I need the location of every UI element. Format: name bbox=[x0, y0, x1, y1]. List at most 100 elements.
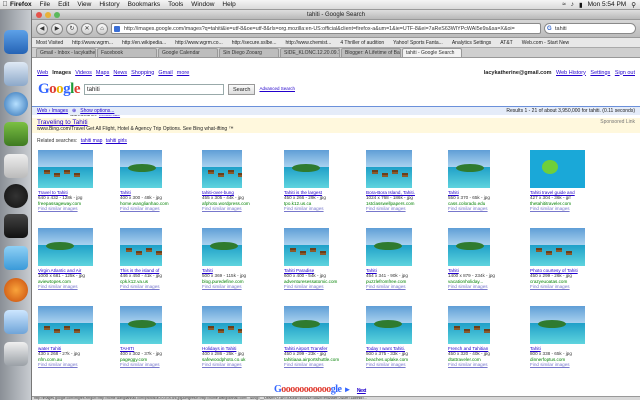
tab-zoo[interactable]: Sin Diego Zooarg bbox=[219, 48, 279, 57]
nav-gmail[interactable]: Gmail bbox=[158, 70, 172, 76]
search-button[interactable]: Search bbox=[228, 84, 256, 95]
tab-gmail[interactable]: Gmail - Inbox - lacykathe bbox=[36, 48, 96, 57]
advanced-search-link[interactable]: Advanced Search bbox=[259, 86, 295, 91]
image-thumbnail[interactable] bbox=[530, 306, 585, 344]
menu-view[interactable]: View bbox=[77, 1, 91, 8]
bookmark-item[interactable]: 4 Thriller of audition bbox=[340, 40, 384, 46]
close-button[interactable] bbox=[36, 12, 42, 18]
menu-history[interactable]: History bbox=[99, 1, 119, 8]
find-similar-link[interactable]: Find similar images bbox=[202, 284, 282, 289]
sign-out-link[interactable]: Sign out bbox=[615, 70, 635, 76]
find-similar-link[interactable]: Find similar images bbox=[120, 284, 200, 289]
find-similar-link[interactable]: Find similar images bbox=[530, 206, 610, 211]
find-similar-link[interactable]: Find similar images bbox=[284, 362, 364, 367]
app-icon[interactable] bbox=[4, 310, 28, 334]
menu-app-firefox[interactable]: Firefox bbox=[10, 1, 32, 8]
bookmark-item[interactable]: Yahoo! Sports Fanta... bbox=[393, 40, 443, 46]
menu-window[interactable]: Window bbox=[191, 1, 214, 8]
nav-shopping[interactable]: Shopping bbox=[131, 70, 154, 76]
image-thumbnail[interactable] bbox=[530, 150, 585, 188]
time-machine-icon[interactable] bbox=[4, 184, 28, 208]
find-similar-link[interactable]: Find similar images bbox=[202, 362, 282, 367]
address-bar[interactable]: http://images.google.com/images?q=tahiti… bbox=[111, 23, 541, 34]
find-similar-link[interactable]: Find similar images bbox=[284, 206, 364, 211]
find-similar-link[interactable]: Find similar images bbox=[38, 362, 118, 367]
image-thumbnail[interactable] bbox=[38, 306, 93, 344]
image-thumbnail[interactable] bbox=[202, 228, 242, 266]
image-thumbnail[interactable] bbox=[366, 228, 412, 266]
firefox-icon[interactable] bbox=[4, 278, 28, 302]
home-button[interactable]: ⌂ bbox=[96, 22, 108, 35]
image-thumbnail[interactable] bbox=[284, 228, 329, 266]
image-thumbnail[interactable] bbox=[530, 228, 585, 266]
image-thumbnail[interactable] bbox=[448, 228, 490, 266]
next-page-link[interactable]: Next bbox=[357, 388, 366, 394]
image-thumbnail[interactable] bbox=[38, 150, 93, 188]
reload-button[interactable]: ↻ bbox=[66, 22, 78, 35]
forward-button[interactable]: ▶ bbox=[51, 22, 63, 35]
battery-icon[interactable]: ▮ bbox=[579, 1, 583, 9]
image-thumbnail[interactable] bbox=[120, 306, 162, 344]
menu-bookmarks[interactable]: Bookmarks bbox=[128, 1, 161, 8]
settings-link[interactable]: Settings bbox=[590, 70, 610, 76]
back-button[interactable]: ◀ bbox=[36, 22, 48, 35]
bookmark-item[interactable]: Analytics Settings bbox=[452, 40, 491, 46]
nav-maps[interactable]: Maps bbox=[96, 70, 109, 76]
image-thumbnail[interactable] bbox=[120, 150, 162, 188]
find-similar-link[interactable]: Find similar images bbox=[530, 284, 610, 289]
ad-title[interactable]: Traveling to Tahiti bbox=[37, 119, 88, 126]
find-similar-link[interactable]: Find similar images bbox=[120, 362, 200, 367]
terminal-icon[interactable] bbox=[4, 214, 28, 238]
notes-icon[interactable] bbox=[4, 122, 28, 146]
nav-web[interactable]: Web bbox=[37, 70, 48, 76]
tab-google-calendar[interactable]: Google Calendar bbox=[158, 48, 218, 57]
menu-help[interactable]: Help bbox=[222, 1, 235, 8]
bookmark-item[interactable]: http://www.wgrm... bbox=[72, 40, 113, 46]
tweetie-icon[interactable] bbox=[4, 246, 28, 270]
find-similar-link[interactable]: Find similar images bbox=[448, 284, 528, 289]
stop-button[interactable]: ✕ bbox=[81, 22, 93, 35]
menu-tools[interactable]: Tools bbox=[168, 1, 183, 8]
bookmark-item[interactable]: http://www.chemist... bbox=[285, 40, 331, 46]
bookmark-item[interactable]: http://en.wikipedia... bbox=[122, 40, 166, 46]
bookmark-item[interactable]: http://www.wgrm.co... bbox=[175, 40, 223, 46]
find-similar-link[interactable]: Find similar images bbox=[448, 362, 528, 367]
find-similar-link[interactable]: Find similar images bbox=[530, 362, 610, 367]
related-link[interactable]: tahiti girls bbox=[106, 138, 127, 144]
mail-icon[interactable] bbox=[4, 62, 28, 86]
pager-next-icon[interactable]: ► bbox=[344, 385, 352, 394]
find-similar-link[interactable]: Find similar images bbox=[366, 284, 446, 289]
image-thumbnail[interactable] bbox=[448, 150, 490, 188]
find-similar-link[interactable]: Find similar images bbox=[38, 206, 118, 211]
nav-more[interactable]: more bbox=[177, 70, 190, 76]
itunes-icon[interactable] bbox=[4, 92, 28, 116]
show-options-link[interactable]: Show options... bbox=[80, 108, 114, 114]
web-history-link[interactable]: Web History bbox=[556, 70, 586, 76]
tab-facebook[interactable]: Facebook bbox=[97, 48, 157, 57]
find-similar-link[interactable]: Find similar images bbox=[284, 284, 364, 289]
flickr-icon[interactable] bbox=[4, 154, 28, 178]
finder-icon[interactable] bbox=[4, 30, 28, 54]
image-thumbnail[interactable] bbox=[38, 228, 93, 266]
find-similar-link[interactable]: Find similar images bbox=[366, 362, 446, 367]
find-similar-link[interactable]: Find similar images bbox=[38, 284, 118, 289]
image-thumbnail[interactable] bbox=[366, 150, 412, 188]
image-thumbnail[interactable] bbox=[366, 306, 412, 344]
minimize-button[interactable] bbox=[45, 12, 51, 18]
find-similar-link[interactable]: Find similar images bbox=[366, 206, 446, 211]
image-thumbnail[interactable] bbox=[448, 306, 490, 344]
trash-icon[interactable] bbox=[4, 342, 28, 366]
spotlight-icon[interactable]: ⚲ bbox=[631, 1, 636, 9]
bookmark-item[interactable]: Most Visited bbox=[36, 40, 63, 46]
find-similar-link[interactable]: Find similar images bbox=[202, 206, 282, 211]
nav-news[interactable]: News bbox=[113, 70, 127, 76]
find-similar-link[interactable]: Find similar images bbox=[448, 206, 528, 211]
nav-videos[interactable]: Videos bbox=[75, 70, 92, 76]
search-input[interactable]: tahiti bbox=[84, 84, 225, 95]
volume-icon[interactable]: ♪ bbox=[571, 1, 574, 8]
image-thumbnail[interactable] bbox=[284, 150, 329, 188]
image-thumbnail[interactable] bbox=[120, 228, 162, 266]
bookmark-item[interactable]: Web.com - Start New bbox=[522, 40, 569, 46]
bookmark-item[interactable]: AT&T bbox=[500, 40, 512, 46]
bookmark-item[interactable]: http://secure.sslbe... bbox=[232, 40, 277, 46]
